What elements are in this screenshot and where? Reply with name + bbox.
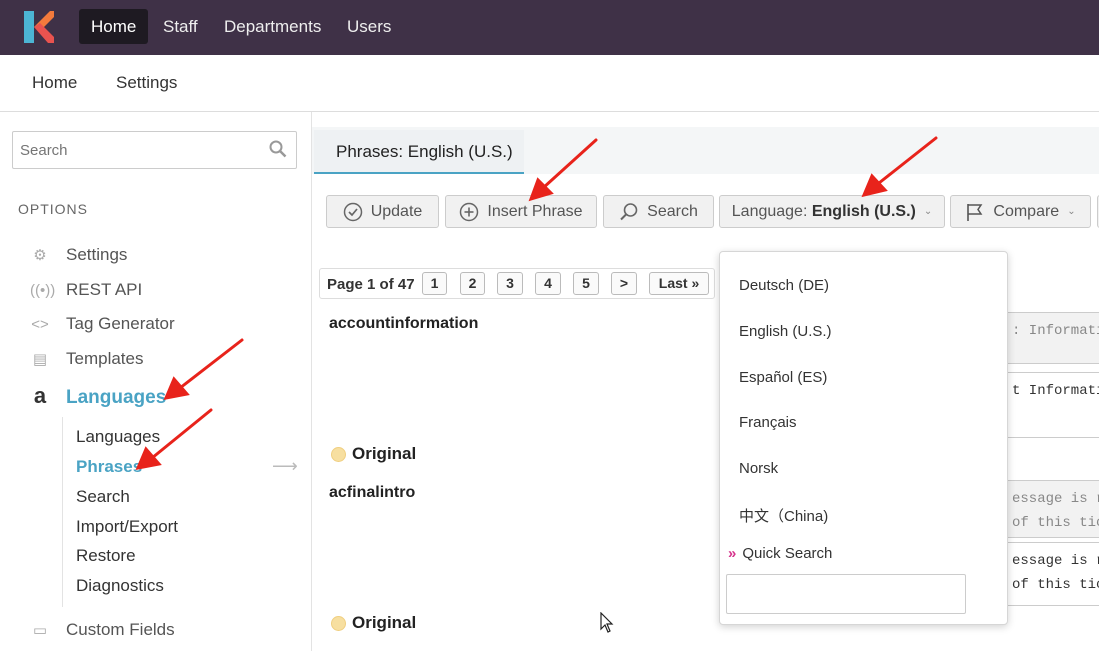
language-option-francais[interactable]: Français	[739, 414, 797, 431]
check-circle-icon	[343, 202, 362, 221]
update-label: Update	[370, 203, 423, 220]
phrase-original-textarea[interactable]: : Informatio	[1005, 312, 1099, 364]
topnav-users[interactable]: Users	[335, 9, 403, 44]
status-dot-icon	[331, 615, 346, 631]
phrase-translation-textarea[interactable]: t Informatio	[1005, 372, 1099, 438]
page-3-button[interactable]: 3	[497, 272, 523, 295]
language-option-espanol[interactable]: Español (ES)	[739, 369, 827, 386]
sidebar-item-label: Languages	[66, 387, 167, 408]
mouse-cursor-icon	[600, 612, 614, 633]
quick-search-text: Quick Search	[742, 545, 833, 562]
submenu-restore[interactable]: Restore	[76, 546, 136, 566]
sidebar-item-label: Custom Fields	[66, 620, 175, 639]
topnav-departments[interactable]: Departments	[212, 9, 333, 44]
language-option-norsk[interactable]: Norsk	[739, 460, 778, 477]
page-indicator: Page 1 of 47	[327, 276, 415, 293]
sidebar-item-label: Tag Generator	[66, 314, 175, 333]
sidebar-item-label: Settings	[66, 245, 128, 264]
original-label: Original	[331, 613, 416, 633]
sidebar-item-custom-fields[interactable]: ▭ Custom Fields	[30, 618, 175, 642]
update-button[interactable]: Update	[326, 195, 439, 228]
chevron-down-icon: ⌄	[923, 206, 933, 217]
chevron-down-icon: ⌄	[1067, 206, 1076, 217]
sidebar-item-templates[interactable]: ▤ Templates	[30, 347, 144, 371]
flag-icon	[967, 203, 983, 221]
phrase-translation-textarea[interactable]: essage is re of this tic	[1005, 542, 1099, 606]
pagination: Page 1 of 47 1 2 3 4 5 > Last »	[319, 268, 715, 299]
language-prefix: Language:	[731, 203, 812, 220]
subnav-settings[interactable]: Settings	[116, 73, 177, 93]
sub-navbar: Home Settings	[0, 55, 1099, 112]
tab-phrases-english[interactable]: Phrases: English (U.S.)	[314, 130, 524, 174]
language-option-english[interactable]: English (U.S.)	[739, 323, 832, 340]
sidebar-item-settings[interactable]: ⚙ Settings	[30, 243, 127, 267]
language-select-button[interactable]: Language: English (U.S.) ⌄	[719, 195, 945, 228]
topnav-staff[interactable]: Staff	[151, 9, 210, 44]
broadcast-icon: ((•))	[30, 282, 56, 299]
submenu-languages[interactable]: Languages	[76, 427, 160, 447]
submenu-phrases[interactable]: Phrases	[76, 457, 142, 477]
submenu-diagnostics[interactable]: Diagnostics	[76, 576, 164, 596]
language-dropdown-menu: Deutsch (DE) English (U.S.) Español (ES)…	[719, 251, 1008, 625]
magnifier-icon	[620, 202, 638, 220]
sidebar-search[interactable]	[12, 131, 297, 169]
options-heading: OPTIONS	[18, 201, 89, 217]
language-option-chinese[interactable]: 中文（China)	[739, 505, 828, 526]
page-2-button[interactable]: 2	[460, 272, 485, 295]
original-text: Original	[352, 613, 417, 632]
page-5-button[interactable]: 5	[573, 272, 599, 295]
double-chevron-icon: »	[728, 545, 737, 562]
app-logo[interactable]	[24, 11, 54, 43]
compare-label: Compare	[993, 203, 1060, 220]
code-text: of this tic	[1012, 577, 1099, 593]
code-text: essage is re	[1012, 491, 1099, 507]
sidebar: OPTIONS ⚙ Settings ((•)) REST API <> Tag Ge…	[0, 112, 312, 651]
submenu-import-export[interactable]: Import/Export	[76, 517, 178, 537]
sidebar-item-languages[interactable]: a Languages	[30, 383, 167, 409]
page-4-button[interactable]: 4	[535, 272, 561, 295]
search-label: Search	[647, 203, 698, 220]
sidebar-search-input[interactable]	[13, 132, 253, 168]
code-text: t Informatio	[1012, 383, 1099, 399]
code-text: of this tic	[1012, 515, 1099, 531]
phrase-key: acfinalintro	[329, 484, 416, 501]
gear-icon: ⚙	[33, 247, 47, 264]
annotation-arrowhead	[861, 173, 888, 198]
compare-button[interactable]: Compare ⌄	[950, 195, 1091, 228]
quick-search-input[interactable]	[726, 574, 966, 614]
quick-search-label: » Quick Search	[728, 545, 832, 562]
next-page-button[interactable]: >	[611, 272, 637, 295]
sidebar-item-rest-api[interactable]: ((•)) REST API	[30, 278, 142, 302]
language-option-deutsch[interactable]: Deutsch (DE)	[739, 277, 829, 294]
top-navbar: Home Staff Departments Users	[0, 0, 1099, 55]
search-button[interactable]: Search	[603, 195, 714, 228]
code-text: essage is re	[1012, 553, 1099, 569]
plus-circle-icon	[460, 202, 479, 221]
sidebar-item-label: REST API	[66, 280, 143, 299]
insert-phrase-button[interactable]: Insert Phrase	[445, 195, 597, 228]
template-icon: ▤	[32, 351, 48, 368]
status-dot-icon	[331, 446, 346, 462]
code-icon: <>	[31, 316, 49, 333]
original-text: Original	[352, 444, 417, 463]
code-text: : Informatio	[1012, 323, 1099, 339]
phrase-key: accountinformation	[329, 315, 479, 332]
last-page-button[interactable]: Last »	[649, 272, 709, 295]
insert-phrase-label: Insert Phrase	[487, 203, 583, 220]
page-1-button[interactable]: 1	[422, 272, 447, 295]
language-a-icon: a	[33, 383, 47, 408]
submenu-divider	[62, 417, 63, 607]
form-icon: ▭	[32, 622, 48, 639]
arrow-right-icon: ⟶	[272, 456, 298, 476]
language-select-label: Language: English (U.S.)	[732, 196, 916, 227]
subnav-home[interactable]: Home	[32, 73, 77, 93]
sidebar-item-label: Templates	[66, 349, 144, 368]
sidebar-item-tag-generator[interactable]: <> Tag Generator	[30, 312, 175, 336]
topnav-home[interactable]: Home	[79, 9, 149, 44]
original-label: Original	[331, 444, 416, 464]
search-icon[interactable]	[269, 140, 287, 158]
language-value: English (U.S.)	[811, 203, 916, 220]
phrase-original-textarea[interactable]: essage is re of this tic	[1005, 480, 1099, 538]
submenu-search[interactable]: Search	[76, 487, 130, 507]
